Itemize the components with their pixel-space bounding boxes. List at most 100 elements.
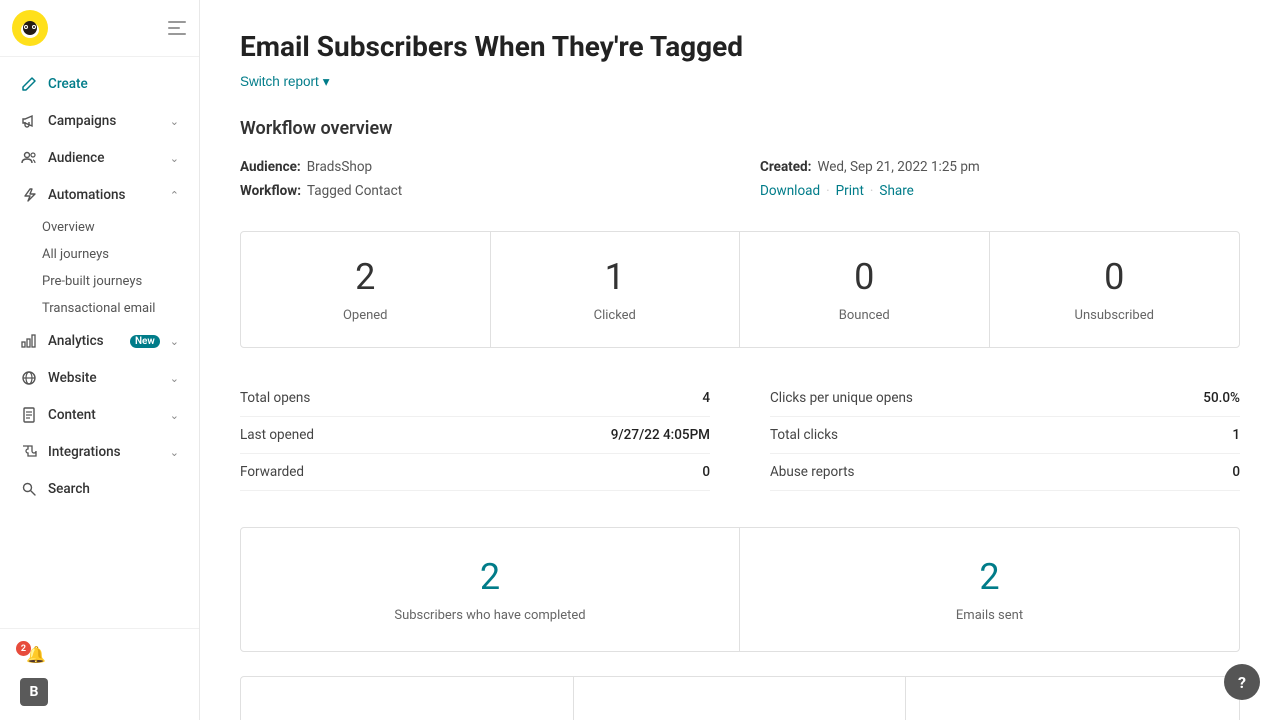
mailchimp-logo[interactable] xyxy=(12,10,48,46)
detail-stats: Total opens 4 Last opened 9/27/22 4:05PM… xyxy=(240,380,1240,491)
stat-card-opened: 2 Opened xyxy=(241,232,491,347)
opened-number: 2 xyxy=(261,256,470,298)
opened-label: Opened xyxy=(343,308,388,323)
puzzle-icon xyxy=(20,443,38,461)
sidebar-nav: Create Campaigns ⌄ Audience ⌄ Automation… xyxy=(0,57,199,628)
workflow-info-left: Audience: BradsShop Workflow: Tagged Con… xyxy=(240,159,720,207)
search-icon xyxy=(20,480,38,498)
table-col-3 xyxy=(906,677,1239,720)
sidebar-item-audience[interactable]: Audience ⌄ xyxy=(6,140,193,176)
avatar: B xyxy=(20,678,48,706)
abuse-reports-row: Abuse reports 0 xyxy=(770,454,1240,491)
abuse-reports-label: Abuse reports xyxy=(770,464,854,480)
clicked-label: Clicked xyxy=(594,308,636,323)
stat-card-bounced: 0 Bounced xyxy=(740,232,990,347)
sidebar-item-integrations[interactable]: Integrations ⌄ xyxy=(6,434,193,470)
website-label: Website xyxy=(48,370,160,386)
last-opened-value: 9/27/22 4:05PM xyxy=(611,427,710,443)
help-button[interactable]: ? xyxy=(1224,664,1260,700)
sidebar-item-content[interactable]: Content ⌄ xyxy=(6,397,193,433)
website-chevron: ⌄ xyxy=(170,372,179,385)
content-label: Content xyxy=(48,407,160,423)
workflow-row: Workflow: Tagged Contact xyxy=(240,183,720,199)
analytics-badge: New xyxy=(130,335,160,348)
sidebar: Create Campaigns ⌄ Audience ⌄ Automation… xyxy=(0,0,200,720)
subscribers-completed-label: Subscribers who have completed xyxy=(394,608,585,623)
main-content: Email Subscribers When They're Tagged Sw… xyxy=(200,0,1280,720)
total-opens-row: Total opens 4 xyxy=(240,380,710,417)
total-clicks-row: Total clicks 1 xyxy=(770,417,1240,454)
sidebar-item-search[interactable]: Search xyxy=(6,471,193,507)
last-opened-label: Last opened xyxy=(240,427,314,443)
clicked-number: 1 xyxy=(511,256,720,298)
detail-stats-right: Clicks per unique opens 50.0% Total clic… xyxy=(770,380,1240,491)
audience-label: Audience: xyxy=(240,159,301,175)
created-label: Created: xyxy=(760,159,811,175)
globe-icon xyxy=(20,369,38,387)
workflow-value: Tagged Contact xyxy=(307,183,402,199)
stat-card-unsubscribed: 0 Unsubscribed xyxy=(990,232,1240,347)
document-icon xyxy=(20,406,38,424)
audience-value: BradsShop xyxy=(307,159,372,175)
table-col-1 xyxy=(241,677,574,720)
subnav-overview[interactable]: Overview xyxy=(0,214,199,241)
created-row: Created: Wed, Sep 21, 2022 1:25 pm xyxy=(760,159,1240,175)
people-icon xyxy=(20,149,38,167)
download-link[interactable]: Download xyxy=(760,183,820,199)
megaphone-icon xyxy=(20,112,38,130)
subnav-transactional[interactable]: Transactional email xyxy=(0,295,199,322)
campaigns-label: Campaigns xyxy=(48,113,160,129)
audience-label: Audience xyxy=(48,150,160,166)
search-label: Search xyxy=(48,481,179,497)
automations-chevron: ⌃ xyxy=(170,189,179,202)
forwarded-label: Forwarded xyxy=(240,464,304,480)
analytics-label: Analytics xyxy=(48,333,120,349)
campaigns-chevron: ⌄ xyxy=(170,115,179,128)
workflow-info-grid: Audience: BradsShop Workflow: Tagged Con… xyxy=(240,159,1240,207)
integrations-chevron: ⌄ xyxy=(170,446,179,459)
clicks-per-unique-value: 50.0% xyxy=(1203,390,1240,406)
bounced-label: Bounced xyxy=(839,308,890,323)
notification-badge: 2 xyxy=(16,641,31,656)
forwarded-value: 0 xyxy=(702,464,710,480)
bottom-stats-cards: 2 Subscribers who have completed 2 Email… xyxy=(240,527,1240,652)
notification-button[interactable]: 2 🔔 xyxy=(6,637,193,672)
total-opens-value: 4 xyxy=(702,390,710,406)
action-links: Download · Print · Share xyxy=(760,183,1240,199)
clicks-per-unique-row: Clicks per unique opens 50.0% xyxy=(770,380,1240,417)
switch-report-button[interactable]: Switch report ▾ xyxy=(240,74,330,90)
total-opens-label: Total opens xyxy=(240,390,310,406)
pencil-icon xyxy=(20,75,38,93)
total-clicks-label: Total clicks xyxy=(770,427,838,443)
sidebar-item-campaigns[interactable]: Campaigns ⌄ xyxy=(6,103,193,139)
emails-sent-number: 2 xyxy=(760,556,1219,598)
sidebar-item-analytics[interactable]: Analytics New ⌄ xyxy=(6,323,193,359)
bottom-table xyxy=(240,676,1240,720)
content-chevron: ⌄ xyxy=(170,409,179,422)
subnav-all-journeys[interactable]: All journeys xyxy=(0,241,199,268)
create-label: Create xyxy=(48,76,179,92)
subnav-prebuilt[interactable]: Pre-built journeys xyxy=(0,268,199,295)
automations-label: Automations xyxy=(48,187,160,203)
sidebar-bottom: 2 🔔 B xyxy=(0,628,199,720)
sidebar-item-automations[interactable]: Automations ⌃ xyxy=(6,177,193,213)
audience-row: Audience: BradsShop xyxy=(240,159,720,175)
workflow-overview-title: Workflow overview xyxy=(240,118,1240,139)
avatar-button[interactable]: B xyxy=(6,672,193,712)
switch-report-chevron: ▾ xyxy=(323,74,330,90)
workflow-label: Workflow: xyxy=(240,183,301,199)
detail-stats-left: Total opens 4 Last opened 9/27/22 4:05PM… xyxy=(240,380,710,491)
forwarded-row: Forwarded 0 xyxy=(240,454,710,491)
sidebar-item-website[interactable]: Website ⌄ xyxy=(6,360,193,396)
created-value: Wed, Sep 21, 2022 1:25 pm xyxy=(817,159,979,175)
chart-icon xyxy=(20,332,38,350)
share-link[interactable]: Share xyxy=(879,183,913,199)
bounced-number: 0 xyxy=(760,256,969,298)
stat-card-clicked: 1 Clicked xyxy=(491,232,741,347)
bolt-icon xyxy=(20,186,38,204)
sidebar-toggle[interactable] xyxy=(167,18,187,38)
print-link[interactable]: Print xyxy=(836,183,864,199)
subscribers-completed-number: 2 xyxy=(261,556,719,598)
unsubscribed-label: Unsubscribed xyxy=(1075,308,1154,323)
sidebar-item-create[interactable]: Create xyxy=(6,66,193,102)
